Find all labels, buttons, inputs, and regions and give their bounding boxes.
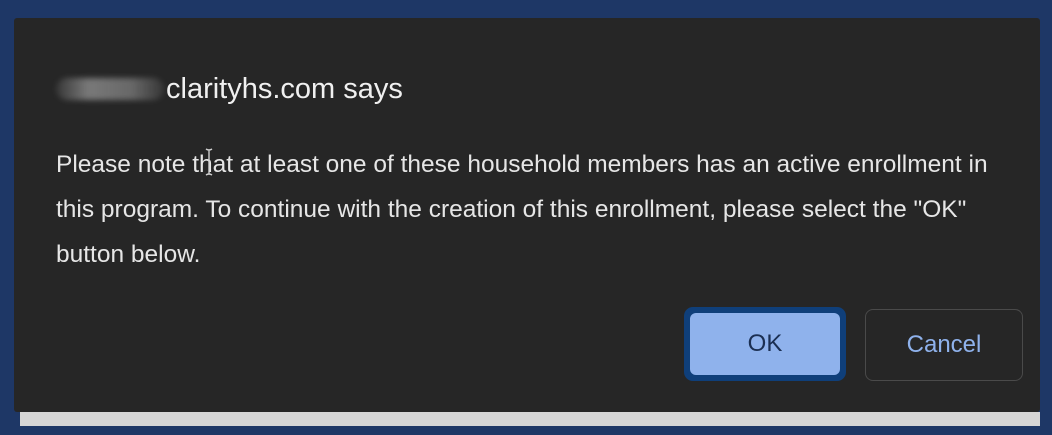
background-page-strip — [20, 412, 1040, 426]
dialog-title: clarityhs.com says — [56, 73, 403, 106]
cancel-button[interactable]: Cancel — [865, 309, 1023, 381]
ok-button[interactable]: OK — [684, 307, 846, 381]
i-beam-cursor-icon — [205, 148, 213, 176]
ok-button-label: OK — [690, 313, 840, 375]
alert-dialog: clarityhs.com says Please note that at l… — [14, 18, 1040, 412]
dialog-message: Please note that at least one of these h… — [56, 151, 988, 268]
dialog-title-text: clarityhs.com says — [166, 73, 403, 105]
redacted-subdomain — [56, 78, 164, 100]
